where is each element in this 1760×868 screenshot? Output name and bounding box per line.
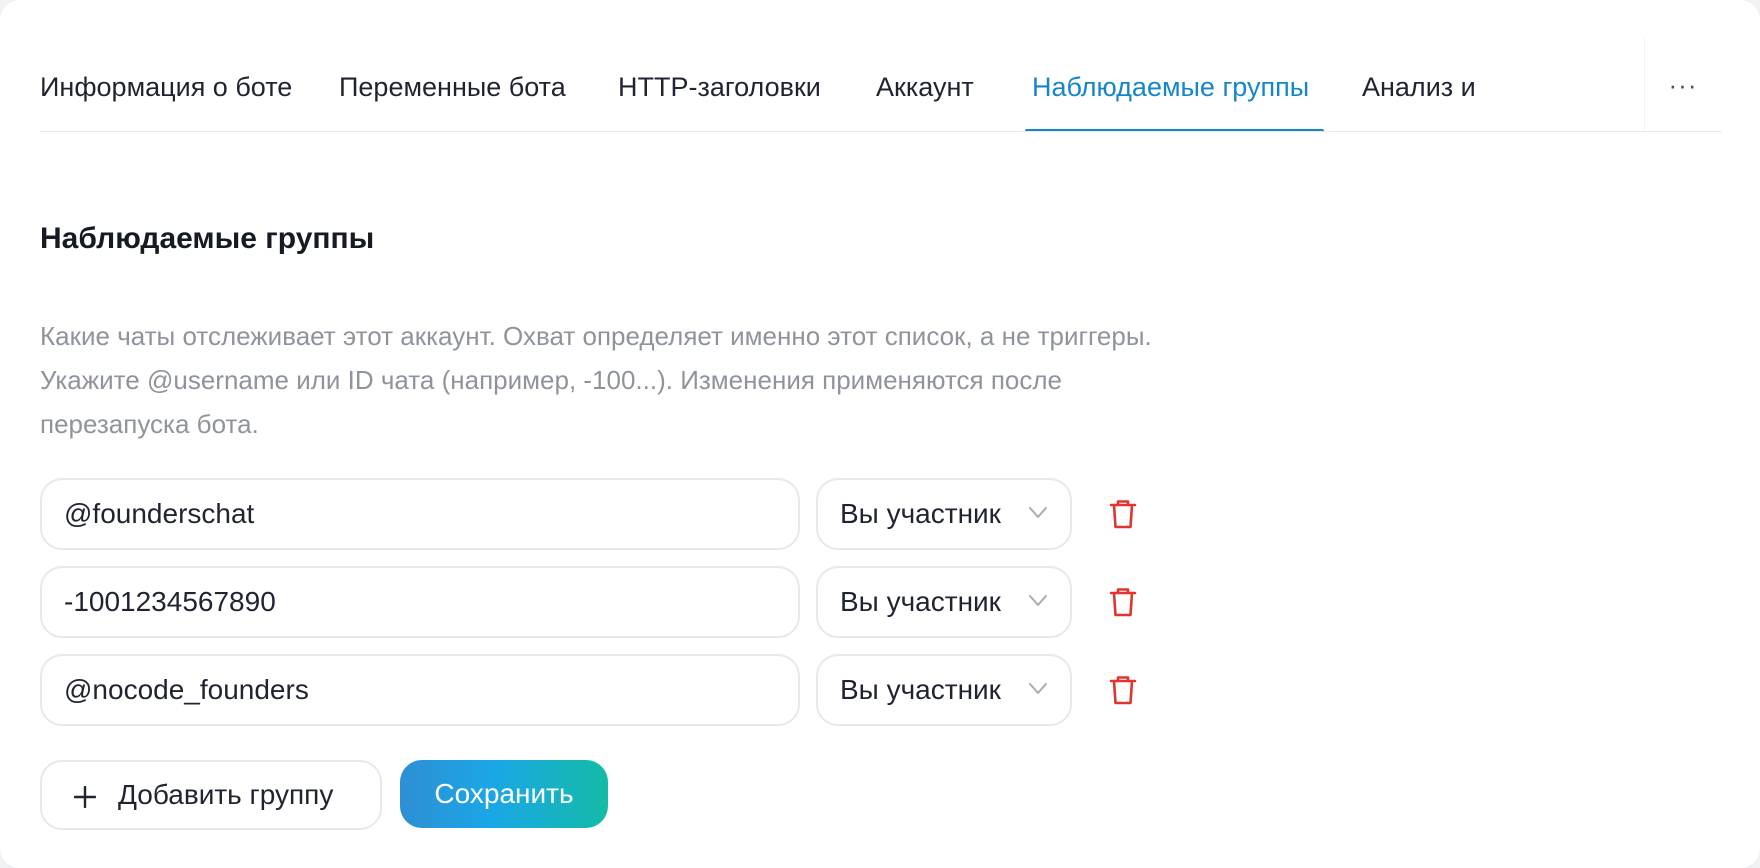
group-id-input[interactable] bbox=[40, 478, 800, 550]
trash-icon[interactable] bbox=[1108, 586, 1138, 618]
role-select-value: Вы участник bbox=[840, 674, 1001, 705]
tab-bot-info[interactable]: Информация о боте bbox=[40, 38, 292, 131]
more-tabs-button[interactable]: ··· bbox=[1644, 38, 1722, 131]
settings-card: Информация о боте Переменные бота HTTP-з… bbox=[0, 0, 1760, 868]
role-select[interactable]: Вы участник bbox=[816, 654, 1072, 726]
tab-account[interactable]: Аккаунт bbox=[876, 38, 974, 131]
trash-icon[interactable] bbox=[1108, 498, 1138, 530]
save-button[interactable]: Сохранить bbox=[400, 760, 608, 828]
role-select-value: Вы участник bbox=[840, 586, 1001, 617]
tab-watched-groups[interactable]: Наблюдаемые группы bbox=[1024, 38, 1325, 131]
section-title: Наблюдаемые группы bbox=[40, 222, 375, 255]
group-row: Вы участник bbox=[40, 478, 1150, 550]
add-group-label: Добавить группу bbox=[118, 779, 334, 810]
role-select[interactable]: Вы участник bbox=[816, 478, 1072, 550]
section-description: Какие чаты отслеживает этот аккаунт. Охв… bbox=[40, 321, 1152, 439]
group-row: Вы участник bbox=[40, 654, 1150, 726]
group-id-input[interactable] bbox=[40, 566, 800, 638]
chevron-down-icon bbox=[1029, 507, 1047, 518]
chevron-down-icon bbox=[1029, 595, 1047, 606]
role-select[interactable]: Вы участник bbox=[816, 566, 1072, 638]
group-id-input[interactable] bbox=[40, 654, 800, 726]
role-select-value: Вы участник bbox=[840, 498, 1001, 529]
tab-analysis[interactable]: Анализ и bbox=[1362, 38, 1476, 131]
plus-icon bbox=[74, 786, 96, 808]
group-row: Вы участник bbox=[40, 566, 1150, 638]
tab-bar: Информация о боте Переменные бота HTTP-з… bbox=[40, 38, 1722, 132]
tab-bot-variables[interactable]: Переменные бота bbox=[339, 38, 566, 131]
chevron-down-icon bbox=[1029, 683, 1047, 694]
add-group-button[interactable]: Добавить группу bbox=[40, 760, 382, 830]
trash-icon[interactable] bbox=[1108, 674, 1138, 706]
tab-http-headers[interactable]: HTTP-заголовки bbox=[618, 38, 821, 131]
